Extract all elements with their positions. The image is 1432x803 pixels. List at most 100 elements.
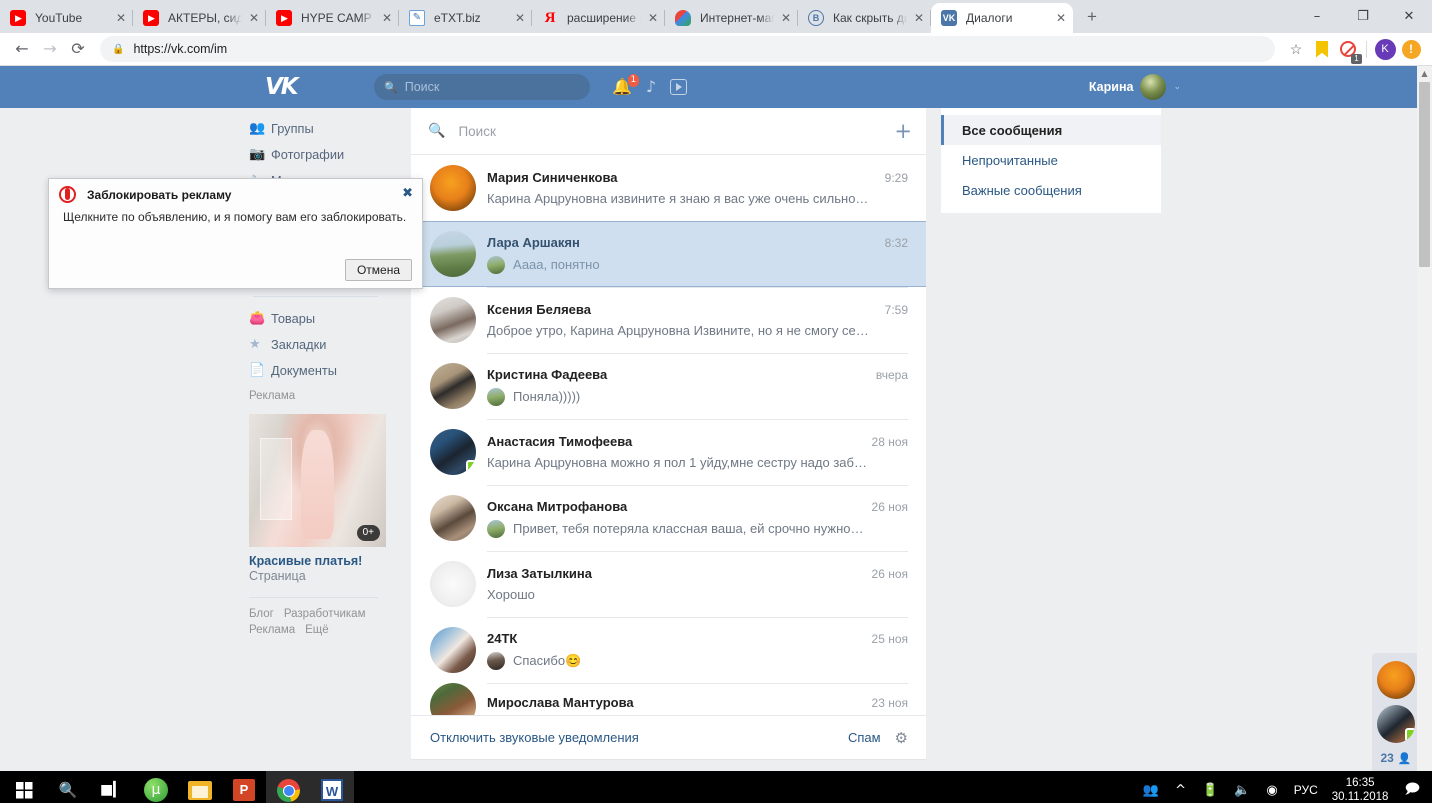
avatar[interactable] [1377, 705, 1415, 743]
address-bar-url: https://vk.com/im [133, 42, 228, 56]
filter-unread[interactable]: Непрочитанные [941, 145, 1161, 175]
video-play-icon [670, 79, 688, 95]
cancel-button[interactable]: Отмена [344, 259, 412, 281]
dialog-row[interactable]: Мирослава Мантурова 23 ноя [411, 683, 926, 715]
user-menu[interactable]: Карина ⌄ [1089, 74, 1181, 100]
taskbar-app-utorrent[interactable]: μ [134, 771, 178, 803]
bookmark-flag-icon [1316, 40, 1328, 58]
filter-important[interactable]: Важные сообщения [941, 175, 1161, 205]
search-icon: 🔍 [384, 81, 398, 94]
dialog-row[interactable]: 24ТК 25 ноя Спасибо😊 [411, 617, 926, 683]
clock[interactable]: 16:35 30.11.2018 [1326, 776, 1395, 803]
footer-link-blog[interactable]: Блог [249, 608, 274, 620]
chrome-store-icon [675, 10, 691, 26]
dialog-preview: Карина Арцруновна можно я пол 1 уйду,мне… [487, 455, 867, 470]
dialog-row[interactable]: Ксения Беляева 7:59 Доброе утро, Карина … [411, 287, 926, 353]
dialog-row[interactable]: Анастасия Тимофеева 28 ноя Карина Арцрун… [411, 419, 926, 485]
close-icon[interactable]: ✕ [512, 10, 528, 26]
battery-icon[interactable]: 🔋 [1194, 783, 1226, 798]
bell-icon[interactable]: 🔔 1 [612, 73, 640, 95]
close-icon[interactable]: ✕ [645, 10, 661, 26]
video-icon[interactable] [670, 79, 688, 95]
back-icon[interactable]: ← [8, 35, 36, 63]
footer-link-ads[interactable]: Реклама [249, 624, 295, 636]
footer-link-more[interactable]: Ещё [305, 624, 329, 636]
close-icon[interactable]: ✕ [246, 10, 262, 26]
dialog-row[interactable]: Мария Синиченкова 9:29 Карина Арцруновна… [411, 155, 926, 221]
gear-icon[interactable]: ⚙ [895, 729, 908, 747]
forward-icon[interactable]: → [36, 35, 64, 63]
sidebar-item-groups[interactable]: 👥 Группы [241, 115, 386, 141]
browser-tab[interactable]: Я расширение adblo ✕ [532, 3, 665, 33]
start-button[interactable] [2, 771, 46, 803]
utorrent-icon: μ [144, 778, 168, 802]
browser-tab[interactable]: АКТЕРЫ, сидевшие ✕ [133, 3, 266, 33]
avatar[interactable]: K [1372, 36, 1398, 62]
dialog-row[interactable]: Лиза Затылкина 26 ноя Хорошо [411, 551, 926, 617]
etxt-icon: ✎ [409, 10, 425, 26]
close-icon[interactable]: ✕ [379, 10, 395, 26]
reload-icon[interactable]: ⟳ [64, 35, 92, 63]
wifi-icon[interactable]: ◉ [1258, 783, 1285, 798]
music-note-icon[interactable]: ♪ [646, 79, 656, 95]
address-bar[interactable]: 🔒 https://vk.com/im [100, 36, 1275, 62]
volume-icon[interactable]: 🔈 [1226, 783, 1258, 798]
taskbar-app-chrome[interactable] [266, 771, 310, 803]
task-view-button[interactable]: ■▎ [90, 771, 134, 803]
browser-tab-strip: YouTube ✕ АКТЕРЫ, сидевшие ✕ HYPE CAMP 2… [0, 0, 1432, 33]
camera-icon: 📷 [249, 146, 266, 162]
search-input[interactable]: Поиск [458, 124, 894, 139]
sidebar-item-bookmarks[interactable]: ★ Закладки [241, 331, 386, 357]
scrollbar-thumb[interactable] [1419, 82, 1430, 267]
ad-card[interactable]: 0+ Красивые платья! Страница [249, 414, 386, 583]
browser-tab-active[interactable]: VK Диалоги ✕ [931, 3, 1073, 33]
dialog-row[interactable]: Кристина Фадеева вчера Поняла))))) [411, 353, 926, 419]
browser-tab[interactable]: HYPE CAMP 2.0 // ✕ [266, 3, 399, 33]
language-indicator[interactable]: РУС [1286, 783, 1326, 797]
taskbar-app-word[interactable]: W [310, 771, 354, 803]
browser-tab[interactable]: YouTube ✕ [0, 3, 133, 33]
close-icon[interactable]: ✕ [1053, 10, 1069, 26]
maximize-button[interactable]: ❐ [1340, 0, 1386, 33]
vk-logo[interactable]: VK [265, 76, 299, 99]
message-filters-panel: Все сообщения Непрочитанные Важные сообщ… [941, 108, 1161, 213]
avatar[interactable] [1377, 661, 1415, 699]
footer-link-developers[interactable]: Разработчикам [284, 608, 366, 620]
minimize-button[interactable]: – [1294, 0, 1340, 33]
scroll-up-arrow-icon[interactable]: ▲ [1417, 66, 1432, 81]
mute-notifications-link[interactable]: Отключить звуковые уведомления [430, 730, 848, 745]
ad-title[interactable]: Красивые платья! [249, 554, 378, 568]
dialog-row-selected[interactable]: Лара Аршакян 8:32 Аааа, понятно [411, 221, 926, 287]
close-icon[interactable]: ✕ [778, 10, 794, 26]
notification-icon[interactable]: 🗩 [1394, 778, 1432, 802]
close-icon[interactable]: ✕ [113, 10, 129, 26]
chevron-up-icon[interactable]: ^ [1167, 783, 1194, 798]
dialog-row[interactable]: Оксана Митрофанова 26 ноя Привет, тебя п… [411, 485, 926, 551]
adblock-extension-button[interactable]: 1 [1335, 36, 1362, 64]
spam-link[interactable]: Спам [848, 730, 881, 745]
sidebar-item-documents[interactable]: 📄 Документы [241, 357, 386, 383]
taskbar-app-explorer[interactable] [178, 771, 222, 803]
new-tab-button[interactable]: + [1078, 3, 1106, 31]
online-friends-widget[interactable]: 23 👤 [1372, 653, 1420, 771]
dialog-preview: Аааа, понятно [513, 257, 600, 272]
close-icon[interactable]: ✕ [911, 10, 927, 26]
new-dialog-button[interactable]: + [894, 120, 912, 142]
person-share-icon[interactable]: 👥 [1135, 783, 1167, 798]
sidebar-item-photos[interactable]: 📷 Фотографии [241, 141, 386, 167]
bookmark-star-button[interactable]: ☆ [1283, 36, 1309, 62]
browser-tab[interactable]: В Как скрыть диалог ✕ [798, 3, 931, 33]
clock-time: 16:35 [1345, 777, 1375, 789]
sidebar-item-goods[interactable]: 👛 Товары [241, 305, 386, 331]
browser-tab[interactable]: Интернет-магазин ✕ [665, 3, 798, 33]
browser-tab[interactable]: ✎ eTXT.biz ✕ [399, 3, 532, 33]
taskbar-app-powerpoint[interactable]: P [222, 771, 266, 803]
filter-all-messages[interactable]: Все сообщения [941, 115, 1161, 145]
browser-menu-button[interactable]: ! [1398, 36, 1424, 62]
page-scrollbar[interactable]: ▲ [1417, 66, 1432, 771]
window-close-button[interactable]: ✕ [1386, 0, 1432, 33]
search-input[interactable]: 🔍 Поиск [374, 74, 590, 100]
taskbar-search-button[interactable]: 🔍 [46, 771, 90, 803]
close-icon[interactable]: ✖ [402, 186, 413, 201]
bookmark-manager-button[interactable] [1309, 36, 1335, 62]
